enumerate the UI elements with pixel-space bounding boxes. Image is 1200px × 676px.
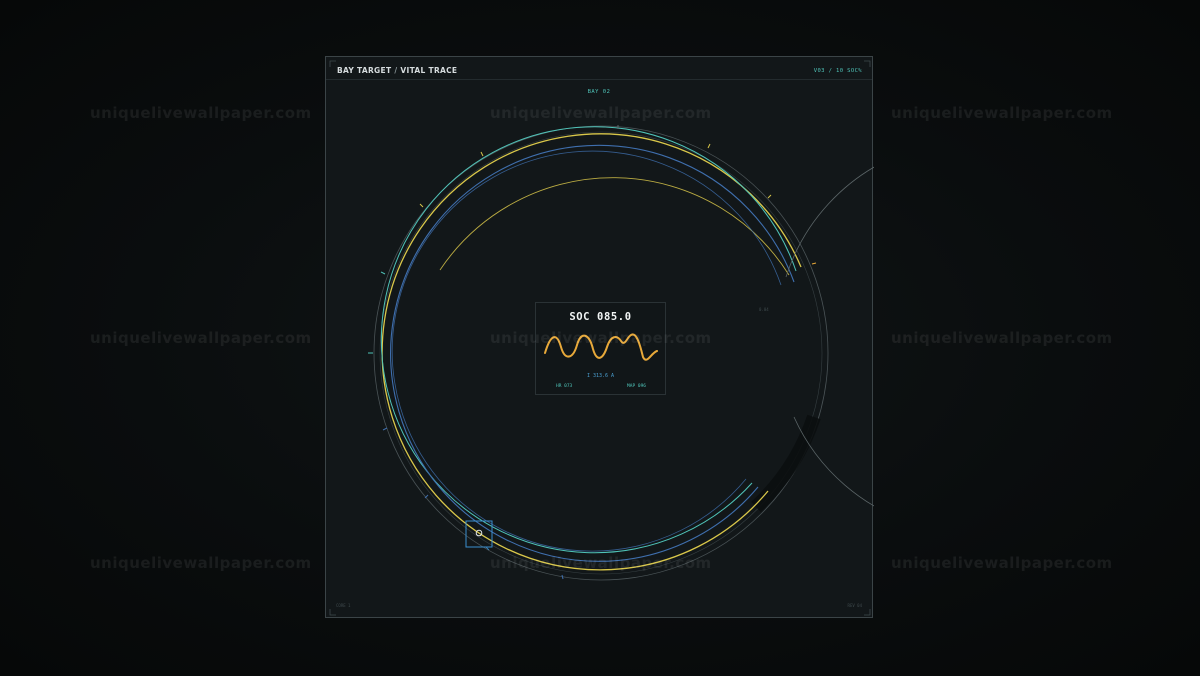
waveform-path <box>544 333 658 361</box>
tick <box>811 262 817 265</box>
tick <box>480 151 484 157</box>
soc-readout: SOC 085.0 <box>569 311 632 323</box>
hr-readout: HR 073 <box>556 384 573 389</box>
tick <box>707 143 711 149</box>
watermark-text: uniquelivewallpaper.com <box>891 329 1113 347</box>
soc-readout-card: SOC 085.0 I 313.6 A HR 073 MAP 096 <box>535 302 666 395</box>
watermark-text: uniquelivewallpaper.com <box>90 329 312 347</box>
vital-trace-panel: BAY TARGET / VITAL TRACE V03 / 10 SOC% BAY… <box>325 56 874 618</box>
tick <box>767 194 772 199</box>
tick <box>419 203 424 208</box>
map-readout: MAP 096 <box>627 384 646 389</box>
watermark-text: uniquelivewallpaper.com <box>891 104 1113 122</box>
tick <box>561 574 564 580</box>
wallpaper-stage: BAY TARGET / VITAL TRACE V03 / 10 SOC% BAY… <box>0 0 1200 676</box>
shadow-arc <box>751 414 821 513</box>
watermark-text: uniquelivewallpaper.com <box>90 554 312 572</box>
tick <box>380 271 386 275</box>
corner-label-left: CORE 1 <box>336 603 351 608</box>
watermark-text: uniquelivewallpaper.com <box>90 104 312 122</box>
current-readout: I 313.6 A <box>586 373 615 379</box>
vital-waveform <box>544 333 658 361</box>
watermark-text: uniquelivewallpaper.com <box>891 554 1113 572</box>
corner-label-right: REV 04 <box>847 603 862 608</box>
target-marker[interactable] <box>465 520 493 551</box>
tick <box>382 427 388 431</box>
yellow-arc-inner <box>439 177 790 276</box>
grey-arc <box>785 166 874 507</box>
